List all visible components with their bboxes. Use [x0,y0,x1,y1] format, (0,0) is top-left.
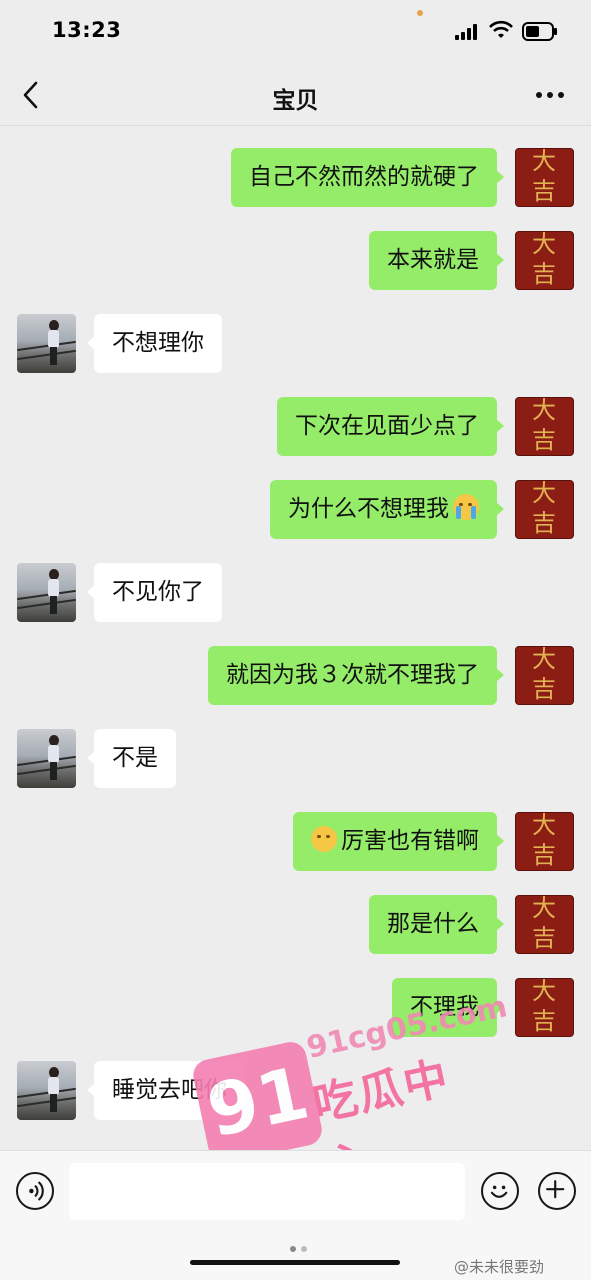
signal-icon [455,24,481,40]
incoming-message-bubble[interactable]: 不见你了 [87,563,222,622]
outgoing-message-bubble[interactable]: 本来就是 [369,231,504,290]
emoji-face-icon[interactable] [481,1172,519,1210]
watermark-logo: 91 [190,1039,325,1166]
avatar-char: 大 [532,812,556,839]
avatar-char: 吉 [532,509,556,537]
message-row: 大吉 就因为我３次就不理我了 [0,646,591,706]
message-row: 大吉 自己不然而然的就硬了 [0,148,591,208]
contact-avatar[interactable] [17,314,76,373]
outgoing-message-bubble[interactable]: 自己不然而然的就硬了 [231,148,504,207]
message-text: 下次在见面少点了 [295,413,479,439]
avatar-char: 大 [532,895,556,922]
message-text: 那是什么 [387,911,479,937]
plus-icon[interactable] [538,1172,576,1210]
weibo-credit: @未未很要劲 [454,1258,545,1276]
contact-avatar[interactable] [17,563,76,622]
avatar-char: 大 [532,231,556,258]
battery-icon [522,22,557,41]
avatar-char: 大 [532,397,556,424]
message-input[interactable] [69,1163,465,1220]
avatar-char: 大 [532,978,556,1005]
incoming-message-bubble[interactable]: 不想理你 [87,314,222,373]
chat-title: 宝贝 [272,88,319,114]
self-avatar[interactable]: 大吉 [515,148,574,207]
message-row: 大吉 那是什么 [0,895,591,955]
self-avatar[interactable]: 大吉 [515,646,574,705]
self-avatar[interactable]: 大吉 [515,480,574,539]
message-row: 大吉 厉害也有错啊 [0,812,591,872]
message-row: 大吉 为什么不想理我 [0,480,591,540]
status-time: 13:23 [52,18,122,42]
avatar-char: 吉 [532,675,556,703]
message-row: 不是 [0,729,591,789]
message-text: 不想理你 [112,330,204,356]
contact-avatar[interactable] [17,729,76,788]
voice-icon[interactable] [16,1172,54,1210]
avatar-char: 吉 [532,260,556,288]
outgoing-message-bubble[interactable]: 那是什么 [369,895,504,954]
wifi-icon [489,20,513,38]
outgoing-message-bubble[interactable]: 厉害也有错啊 [293,812,504,871]
avatar-char: 大 [532,480,556,507]
message-text: 为什么不想理我 [288,496,449,522]
message-text: 自己不然而然的就硬了 [249,164,479,190]
message-row: 大吉 下次在见面少点了 [0,397,591,457]
message-text: 本来就是 [387,247,479,273]
page-indicator [282,1246,312,1252]
outgoing-message-bubble[interactable]: 就因为我３次就不理我了 [208,646,504,705]
avatar-char: 大 [532,646,556,673]
message-row: 大吉 本来就是 [0,231,591,291]
avatar-char: 大 [532,148,556,175]
message-text: 厉害也有错啊 [341,828,479,854]
more-dots-icon[interactable] [534,92,566,100]
avatar-char: 吉 [532,1007,556,1035]
privacy-indicator-dot [417,10,423,16]
watermark: 91 91cg05.com 吃瓜中心 [190,989,510,1193]
persevering-face-emoji [311,826,337,852]
self-avatar[interactable]: 大吉 [515,231,574,290]
outgoing-message-bubble[interactable]: 下次在见面少点了 [277,397,504,456]
self-avatar[interactable]: 大吉 [515,812,574,871]
self-avatar[interactable]: 大吉 [515,978,574,1037]
avatar-char: 吉 [532,177,556,205]
message-text: 不是 [112,745,158,771]
self-avatar[interactable]: 大吉 [515,397,574,456]
avatar-char: 吉 [532,924,556,952]
message-text: 不见你了 [112,579,204,605]
incoming-message-bubble[interactable]: 不是 [87,729,176,788]
message-row: 不见你了 [0,563,591,623]
home-indicator[interactable] [190,1260,400,1265]
self-avatar[interactable]: 大吉 [515,895,574,954]
message-text: 就因为我３次就不理我了 [226,662,479,688]
crying-face-emoji [453,494,479,520]
avatar-char: 吉 [532,841,556,869]
chat-header: 宝贝 [0,62,591,126]
message-row: 不想理你 [0,314,591,374]
status-bar: 13:23 [0,0,591,62]
avatar-char: 吉 [532,426,556,454]
contact-avatar[interactable] [17,1061,76,1120]
watermark-logo-number: 91 [200,1050,316,1154]
outgoing-message-bubble[interactable]: 为什么不想理我 [270,480,504,539]
